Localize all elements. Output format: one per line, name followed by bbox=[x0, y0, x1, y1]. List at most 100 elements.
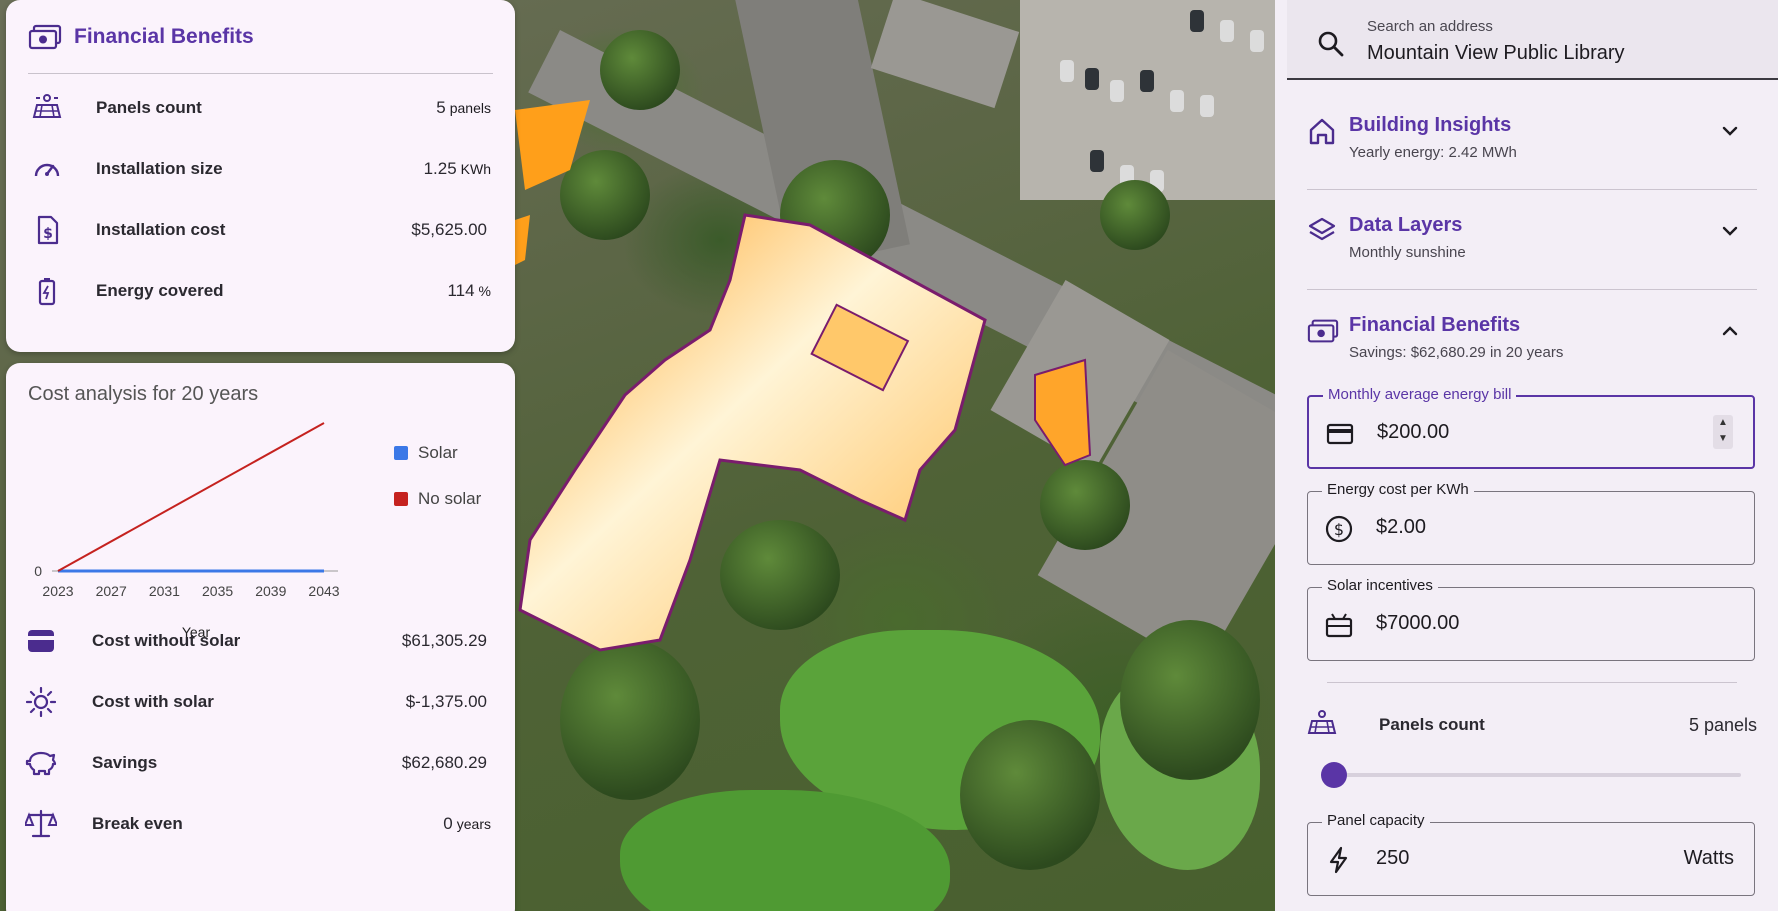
layers-icon bbox=[1308, 217, 1336, 241]
summary-row-value: 5 bbox=[436, 97, 446, 117]
cost-row-unit: years bbox=[456, 816, 491, 832]
home-icon bbox=[1309, 118, 1335, 145]
summary-row-unit: panels bbox=[449, 99, 491, 116]
cost-analysis-card: Cost analysis for 20 years 0 2023 2027 2031… bbox=[6, 363, 515, 911]
slider-track[interactable] bbox=[1321, 773, 1741, 777]
card-header: Financial Benefits bbox=[28, 0, 493, 74]
panel-capacity-unit: Watts bbox=[1683, 847, 1734, 869]
cost-row-value: 0 bbox=[443, 814, 453, 833]
section-subtitle: Savings: $62,680.29 in 20 years bbox=[1349, 344, 1564, 361]
battery-charging-icon bbox=[30, 276, 64, 306]
chevron-up-icon[interactable] bbox=[1719, 320, 1741, 342]
speedometer-icon bbox=[30, 154, 64, 184]
side-panel: Search an address Mountain View Public L… bbox=[1275, 0, 1778, 911]
x-tick-label: 2039 bbox=[255, 583, 286, 599]
bolt-icon bbox=[1329, 846, 1348, 874]
slider-thumb[interactable] bbox=[1321, 762, 1347, 788]
solar-panel-icon bbox=[1307, 710, 1337, 734]
legend-swatch bbox=[394, 446, 408, 460]
panel-capacity-input[interactable]: 250 bbox=[1376, 847, 1409, 870]
summary-row-unit: KWh bbox=[460, 160, 491, 177]
summary-row-label: Installation cost bbox=[96, 219, 226, 239]
summary-row-value: $5,625.00 bbox=[411, 219, 487, 239]
x-tick-label: 2027 bbox=[96, 583, 127, 599]
series-line-no-solar bbox=[57, 422, 325, 572]
section-title: Financial Benefits bbox=[1349, 314, 1521, 336]
x-tick-label: 2023 bbox=[42, 583, 73, 599]
chevron-down-icon[interactable] bbox=[1719, 220, 1741, 242]
field-label: Panel capacity bbox=[1322, 812, 1430, 829]
search-icon bbox=[1318, 31, 1344, 57]
cost-row-break-even: Break even 0 years bbox=[6, 794, 515, 854]
divider bbox=[1327, 682, 1737, 683]
financial-summary-card: Financial Benefits Panels count 5 panels … bbox=[6, 0, 515, 352]
address-search-field[interactable]: Search an address Mountain View Public L… bbox=[1287, 0, 1778, 80]
svg-text:$: $ bbox=[43, 226, 53, 242]
section-data-layers[interactable]: Data Layers Monthly sunshine bbox=[1307, 190, 1757, 290]
summary-row-value: 114 bbox=[447, 280, 475, 300]
section-financial-benefits[interactable]: Financial Benefits Savings: $62,680.29 i… bbox=[1307, 290, 1757, 390]
energy-cost-field[interactable]: Energy cost per KWh $ $2.00 bbox=[1307, 481, 1755, 565]
number-stepper[interactable]: ▲ ▼ bbox=[1713, 415, 1733, 449]
section-subtitle: Monthly sunshine bbox=[1349, 244, 1466, 261]
panels-count-row: Panels count 5 panels bbox=[1307, 705, 1757, 745]
legend-label: Solar bbox=[418, 443, 458, 462]
money-icon bbox=[28, 24, 62, 49]
search-placeholder: Search an address bbox=[1367, 18, 1493, 35]
summary-row-installation-cost: $ Installation cost $5,625.00 bbox=[6, 199, 515, 260]
piggy-bank-icon bbox=[24, 748, 58, 778]
section-subtitle: Yearly energy: 2.42 MWh bbox=[1349, 144, 1517, 161]
panels-count-value: 5 panels bbox=[1688, 715, 1757, 735]
field-label: Solar incentives bbox=[1322, 577, 1438, 594]
cost-row-savings: Savings $62,680.29 bbox=[6, 733, 515, 793]
x-tick-label: 2035 bbox=[202, 583, 233, 599]
cost-row-value: $61,305.29 bbox=[401, 631, 487, 650]
legend-label: No solar bbox=[418, 489, 482, 508]
cost-row-label: Cost with solar bbox=[92, 692, 214, 711]
summary-row-label: Panels count bbox=[96, 97, 202, 117]
summary-row-label: Installation size bbox=[96, 158, 223, 178]
section-title: Data Layers bbox=[1349, 214, 1463, 236]
money-icon bbox=[1307, 319, 1339, 343]
field-label: Monthly average energy bill bbox=[1323, 386, 1517, 403]
wallet-icon bbox=[24, 626, 58, 656]
cost-row-value: $62,680.29 bbox=[401, 753, 487, 772]
chevron-down-icon[interactable] bbox=[1719, 120, 1741, 142]
summary-row-panels-count: Panels count 5 panels bbox=[6, 77, 515, 138]
x-tick-label: 2031 bbox=[149, 583, 180, 599]
y-tick-label: 0 bbox=[34, 563, 42, 579]
solar-incentives-input[interactable]: $7000.00 bbox=[1376, 612, 1459, 635]
field-label: Energy cost per KWh bbox=[1322, 481, 1474, 498]
summary-row-value: 1.25 bbox=[423, 158, 457, 178]
summary-row-label: Energy covered bbox=[96, 280, 224, 300]
solar-panel-icon bbox=[30, 92, 64, 123]
monthly-bill-input[interactable]: $200.00 bbox=[1377, 421, 1449, 444]
invoice-dollar-icon: $ bbox=[30, 215, 64, 245]
cost-row-value: $-1,375.00 bbox=[405, 692, 487, 711]
cost-row-label: Savings bbox=[92, 753, 158, 772]
panels-count-slider[interactable] bbox=[1321, 762, 1741, 788]
sun-icon bbox=[24, 687, 58, 717]
cost-row-label: Cost without solar bbox=[92, 631, 241, 650]
cost-row-without-solar: Cost without solar $61,305.29 bbox=[6, 611, 515, 671]
legend-swatch bbox=[394, 492, 408, 506]
dollar-circle-icon: $ bbox=[1325, 515, 1353, 543]
panels-count-label: Panels count bbox=[1379, 715, 1485, 734]
summary-row-unit: % bbox=[478, 282, 491, 299]
monthly-bill-field[interactable]: Monthly average energy bill $200.00 ▲ ▼ bbox=[1307, 386, 1755, 469]
panel-capacity-field[interactable]: Panel capacity 250 Watts bbox=[1307, 812, 1755, 896]
svg-text:$: $ bbox=[1334, 520, 1344, 539]
search-input[interactable]: Mountain View Public Library bbox=[1367, 42, 1625, 65]
section-building-insights[interactable]: Building Insights Yearly energy: 2.42 MW… bbox=[1307, 90, 1757, 190]
summary-row-installation-size: Installation size 1.25 KWh bbox=[6, 138, 515, 199]
summary-row-energy-covered: Energy covered 114% bbox=[6, 260, 515, 321]
cost-row-with-solar: Cost with solar $-1,375.00 bbox=[6, 672, 515, 732]
cost-row-label: Break even bbox=[92, 814, 183, 833]
section-title: Building Insights bbox=[1349, 114, 1512, 136]
solar-incentives-field[interactable]: Solar incentives $7000.00 bbox=[1307, 577, 1755, 661]
card-title: Financial Benefits bbox=[74, 24, 254, 48]
credit-card-icon bbox=[1326, 423, 1354, 445]
gift-card-icon bbox=[1325, 613, 1353, 638]
energy-cost-input[interactable]: $2.00 bbox=[1376, 516, 1426, 539]
scale-icon bbox=[24, 809, 58, 839]
